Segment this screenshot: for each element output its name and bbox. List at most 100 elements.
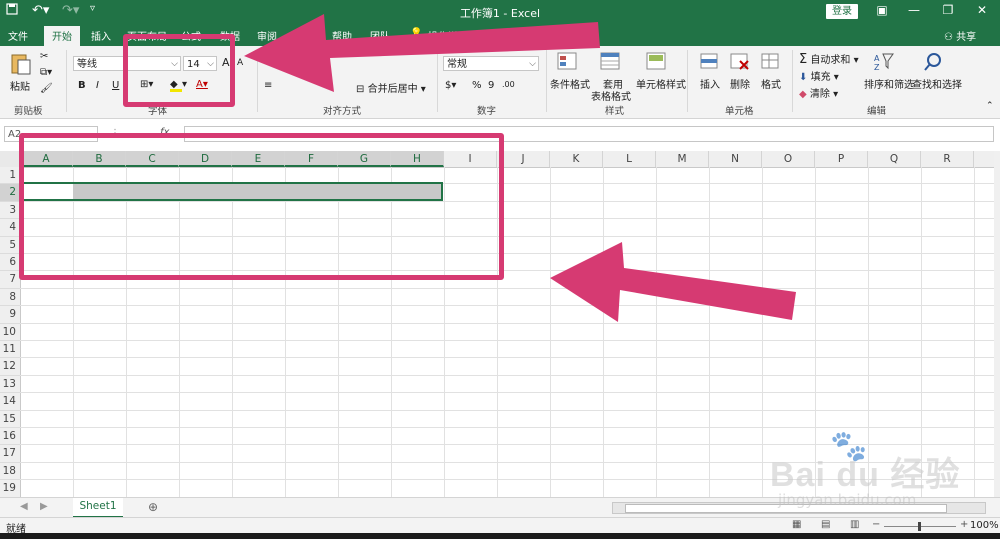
row-header-14[interactable]: 14: [0, 393, 20, 411]
currency-icon[interactable]: $▾: [445, 80, 456, 91]
percent-button[interactable]: %: [472, 80, 482, 91]
format-cells-label[interactable]: 格式: [761, 76, 781, 91]
grid-hline: [20, 409, 994, 411]
svg-text:A: A: [874, 54, 880, 63]
comma-button[interactable]: 9: [488, 80, 494, 91]
tab-review[interactable]: 审阅: [257, 28, 277, 43]
bold-button[interactable]: B: [78, 80, 86, 91]
close-icon[interactable]: ✕: [972, 3, 992, 17]
row-header-7[interactable]: 7: [0, 271, 20, 289]
number-format-select[interactable]: 常规 ⌵: [443, 56, 539, 71]
row-header-13[interactable]: 13: [0, 376, 20, 394]
cell-styles-icon[interactable]: [646, 52, 668, 72]
sort-filter-icon[interactable]: AZ: [873, 52, 895, 72]
delete-cells-label[interactable]: 删除: [730, 76, 750, 91]
conditional-format-icon[interactable]: [557, 52, 579, 72]
add-sheet-icon[interactable]: ⊕: [148, 500, 158, 514]
select-all-corner[interactable]: [0, 151, 21, 168]
row-header-10[interactable]: 10: [0, 324, 20, 341]
status-bar: 就绪 ▦ ▤ ▥ − + 100%: [0, 517, 1000, 535]
sheet-tab-sheet1[interactable]: Sheet1: [73, 498, 123, 518]
column-header-p[interactable]: P: [815, 151, 868, 167]
format-painter-icon[interactable]: 🖌: [40, 83, 53, 94]
copy-icon[interactable]: ⧉▾: [40, 67, 52, 78]
column-header-r[interactable]: R: [921, 151, 974, 167]
grid-hline: [20, 357, 994, 359]
column-header-k[interactable]: K: [550, 151, 603, 167]
format-cells-icon[interactable]: [760, 52, 782, 72]
merge-center-button[interactable]: ⊟ 合并后居中 ▾: [356, 80, 426, 95]
share-button[interactable]: ⚇ 共享: [944, 28, 976, 43]
scroll-left-icon[interactable]: ◀: [20, 501, 28, 512]
italic-button[interactable]: I: [96, 80, 99, 91]
shrink-font-button[interactable]: A: [237, 58, 243, 68]
increase-decimal-icon[interactable]: .00: [502, 80, 515, 89]
column-header-o[interactable]: O: [762, 151, 815, 167]
vertical-scrollbar[interactable]: [994, 151, 1000, 497]
row-header-11[interactable]: 11: [0, 341, 20, 359]
find-select-icon[interactable]: [922, 52, 944, 72]
row-header-8[interactable]: 8: [0, 289, 20, 307]
collapse-ribbon-icon[interactable]: ⌃: [986, 101, 994, 111]
zoom-slider[interactable]: [884, 522, 956, 531]
row-header-9[interactable]: 9: [0, 306, 20, 324]
delete-cells-icon[interactable]: [729, 52, 751, 72]
zoom-out-icon[interactable]: −: [872, 519, 880, 530]
chevron-down-icon: ⌵: [529, 59, 536, 69]
row-header-3[interactable]: 3: [0, 202, 20, 220]
tab-team[interactable]: 团队: [370, 28, 390, 43]
fill-button[interactable]: ⬇ 填充 ▾: [799, 68, 839, 83]
clear-button[interactable]: ◆ 清除 ▾: [799, 85, 838, 100]
sort-filter-label[interactable]: 排序和筛选: [864, 76, 914, 91]
cut-icon[interactable]: ✂: [40, 51, 48, 62]
row-header-19[interactable]: 19: [0, 480, 20, 498]
page-break-view-icon[interactable]: ▥: [850, 519, 859, 530]
format-table-icon[interactable]: [600, 52, 622, 72]
row-header-12[interactable]: 12: [0, 358, 20, 376]
scroll-right-icon[interactable]: ▶: [40, 501, 48, 512]
tab-file[interactable]: 文件: [8, 28, 28, 43]
tab-help[interactable]: 帮助: [332, 28, 352, 43]
paste-label[interactable]: 粘贴: [10, 78, 30, 93]
insert-cells-icon[interactable]: [699, 52, 721, 72]
ribbon-display-icon[interactable]: ▣: [872, 3, 892, 17]
group-label-editing: 编辑: [867, 106, 887, 117]
column-header-q[interactable]: Q: [868, 151, 921, 167]
zoom-in-icon[interactable]: +: [960, 519, 968, 530]
align-left-icon[interactable]: ≡: [264, 80, 272, 91]
zoom-level[interactable]: 100%: [970, 520, 999, 531]
normal-view-icon[interactable]: ▦: [792, 519, 801, 530]
tab-insert[interactable]: 插入: [91, 28, 111, 43]
row-header-5[interactable]: 5: [0, 237, 20, 254]
minimize-icon[interactable]: —: [904, 3, 924, 17]
autosum-button[interactable]: Σ 自动求和 ▾: [799, 51, 859, 67]
cell-styles-label[interactable]: 单元格样式: [636, 76, 686, 91]
conditional-format-label[interactable]: 条件格式: [550, 76, 590, 91]
row-header-17[interactable]: 17: [0, 445, 20, 463]
tell-me-search[interactable]: 操作说明搜索: [428, 28, 488, 43]
row-header-6[interactable]: 6: [0, 254, 20, 272]
maximize-icon[interactable]: ❐: [938, 3, 958, 17]
column-header-l[interactable]: L: [603, 151, 656, 167]
row-header-1[interactable]: 1: [0, 167, 20, 185]
format-table-label2[interactable]: 表格格式: [591, 88, 631, 103]
align-top-icon[interactable]: ≡: [264, 54, 272, 65]
column-header-j[interactable]: J: [497, 151, 550, 167]
paste-icon[interactable]: [10, 52, 32, 75]
find-select-label[interactable]: 查找和选择: [912, 76, 962, 91]
row-header-16[interactable]: 16: [0, 428, 20, 446]
row-header-15[interactable]: 15: [0, 411, 20, 428]
tab-home[interactable]: 开始: [44, 26, 80, 46]
tab-view[interactable]: 视图: [294, 28, 314, 43]
column-header-m[interactable]: M: [656, 151, 709, 167]
group-label-styles: 样式: [605, 106, 625, 117]
login-button[interactable]: 登录: [826, 4, 858, 19]
row-header-4[interactable]: 4: [0, 219, 20, 237]
column-header-n[interactable]: N: [709, 151, 762, 167]
page-layout-view-icon[interactable]: ▤: [821, 519, 830, 530]
row-header-2[interactable]: 2: [0, 184, 20, 202]
insert-cells-label[interactable]: 插入: [700, 76, 720, 91]
underline-button[interactable]: U: [112, 80, 119, 91]
grid-hline: [20, 392, 994, 394]
row-header-18[interactable]: 18: [0, 463, 20, 481]
